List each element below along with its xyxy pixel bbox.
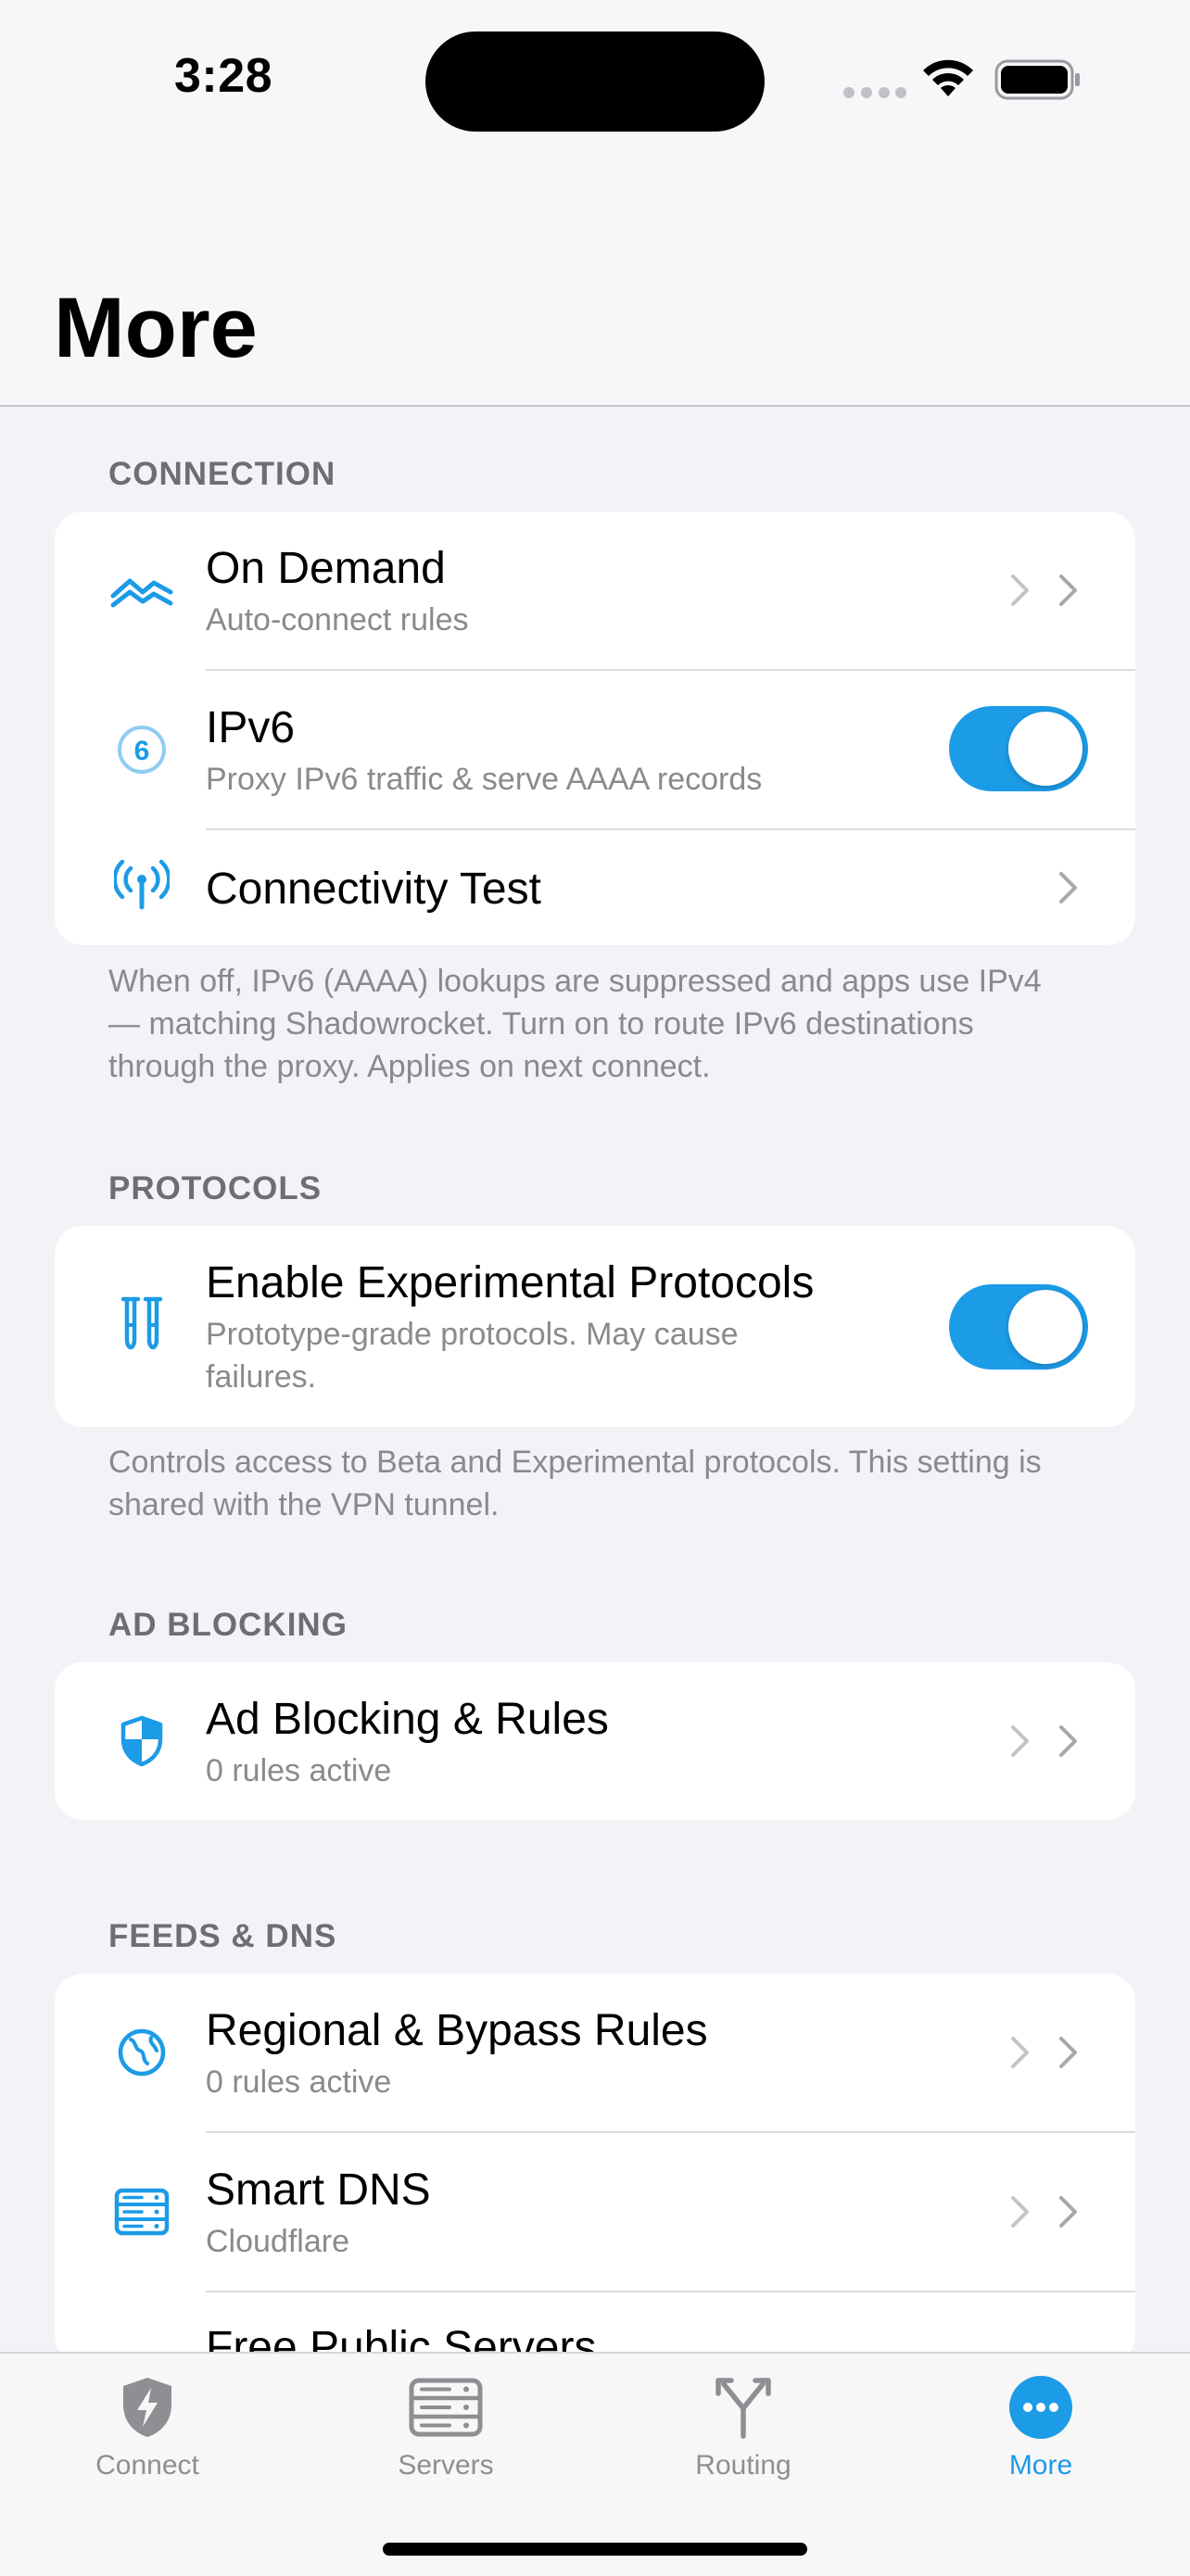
page-title: More <box>54 281 258 375</box>
ellipsis-circle-icon <box>1004 2370 1078 2444</box>
tab-label: Servers <box>398 2450 494 2481</box>
experimental-protocols-title: Enable Experimental Protocols <box>206 1258 815 1307</box>
on-demand-title: On Demand <box>206 544 446 593</box>
chevron-right-icon <box>1059 1725 1077 1757</box>
ipv6-subtitle: Proxy IPv6 traffic & serve AAAA records <box>206 762 763 797</box>
tab-more[interactable]: More <box>948 2370 1133 2481</box>
regional-bypass-title: Regional & Bypass Rules <box>206 2006 708 2055</box>
on-demand-row[interactable]: On Demand Auto-connect rules <box>55 511 1135 669</box>
wave-chart-icon <box>108 556 176 625</box>
experimental-protocols-subtitle: Prototype-grade protocols. May cause fai… <box>206 1317 739 1395</box>
antenna-icon <box>108 851 176 919</box>
chevron-right-icon <box>1011 2037 1029 2068</box>
ipv6-title: IPv6 <box>206 703 296 752</box>
tab-label: Connect <box>95 2450 199 2481</box>
chevron-right-icon <box>1059 2037 1077 2068</box>
smart-dns-title: Smart DNS <box>206 2166 431 2215</box>
protocols-card: Enable Experimental Protocols Prototype-… <box>55 1226 1135 1427</box>
tab-servers[interactable]: Servers <box>353 2370 538 2481</box>
svg-text:6: 6 <box>134 736 150 766</box>
home-indicator <box>383 2543 807 2556</box>
chevron-right-icon <box>1011 2196 1029 2228</box>
cellular-signal-icon <box>843 87 906 98</box>
section-label-feeds-dns: FEEDS & DNS <box>108 1918 337 1954</box>
globe-icon <box>108 2018 176 2087</box>
connection-footer-note: When off, IPv6 (AAAA) lookups are suppre… <box>108 964 1042 1084</box>
chevron-right-icon <box>1011 575 1029 606</box>
connection-card: On Demand Auto-connect rules 6 IPv6 Prox… <box>55 511 1135 945</box>
experimental-protocols-row: Enable Experimental Protocols Prototype-… <box>55 1226 1135 1427</box>
toggle-knob <box>1008 1290 1082 1364</box>
status-time: 3:28 <box>174 49 273 103</box>
section-label-ad-blocking: AD BLOCKING <box>108 1607 348 1643</box>
ipv6-row: 6 IPv6 Proxy IPv6 traffic & serve AAAA r… <box>55 671 1135 828</box>
experimental-protocols-toggle[interactable] <box>949 1284 1088 1370</box>
ipv6-toggle[interactable] <box>949 706 1088 791</box>
shield-bolt-icon <box>110 2370 184 2444</box>
shield-icon <box>108 1707 176 1775</box>
feeds-dns-card: Regional & Bypass Rules 0 rules active S… <box>55 1974 1135 2363</box>
ad-blocking-subtitle: 0 rules active <box>206 1753 392 1788</box>
ipv6-badge-icon: 6 <box>108 715 176 784</box>
toggle-knob <box>1008 712 1082 786</box>
chevron-right-icon <box>1059 872 1077 903</box>
tab-routing[interactable]: Routing <box>651 2370 836 2481</box>
ad-blocking-row[interactable]: Ad Blocking & Rules 0 rules active <box>55 1662 1135 1820</box>
chevron-right-icon <box>1059 575 1077 606</box>
server-rack-icon <box>409 2370 483 2444</box>
ad-blocking-title: Ad Blocking & Rules <box>206 1695 609 1744</box>
battery-icon <box>994 59 1080 100</box>
fork-arrow-icon <box>706 2370 780 2444</box>
tab-label: More <box>1008 2450 1073 2481</box>
ad-blocking-card: Ad Blocking & Rules 0 rules active <box>55 1662 1135 1820</box>
chevron-right-icon <box>1011 1725 1029 1757</box>
wifi-icon <box>923 59 973 96</box>
tab-label: Routing <box>695 2450 791 2481</box>
protocols-footer-note: Controls access to Beta and Experimental… <box>108 1445 1042 1522</box>
smart-dns-subtitle: Cloudflare <box>206 2224 349 2259</box>
regional-bypass-subtitle: 0 rules active <box>206 2065 392 2100</box>
dynamic-island <box>425 32 765 132</box>
test-tubes-icon <box>108 1289 176 1357</box>
on-demand-subtitle: Auto-connect rules <box>206 602 469 638</box>
regional-bypass-row[interactable]: Regional & Bypass Rules 0 rules active <box>55 1974 1135 2131</box>
tab-connect[interactable]: Connect <box>55 2370 240 2481</box>
section-label-connection: CONNECTION <box>108 456 336 492</box>
connectivity-test-title: Connectivity Test <box>206 865 541 914</box>
chevron-right-icon <box>1059 2196 1077 2228</box>
server-stack-icon <box>108 2178 176 2246</box>
connectivity-test-row[interactable]: Connectivity Test <box>55 830 1135 945</box>
smart-dns-row[interactable]: Smart DNS Cloudflare <box>55 2133 1135 2291</box>
section-label-protocols: PROTOCOLS <box>108 1170 323 1206</box>
